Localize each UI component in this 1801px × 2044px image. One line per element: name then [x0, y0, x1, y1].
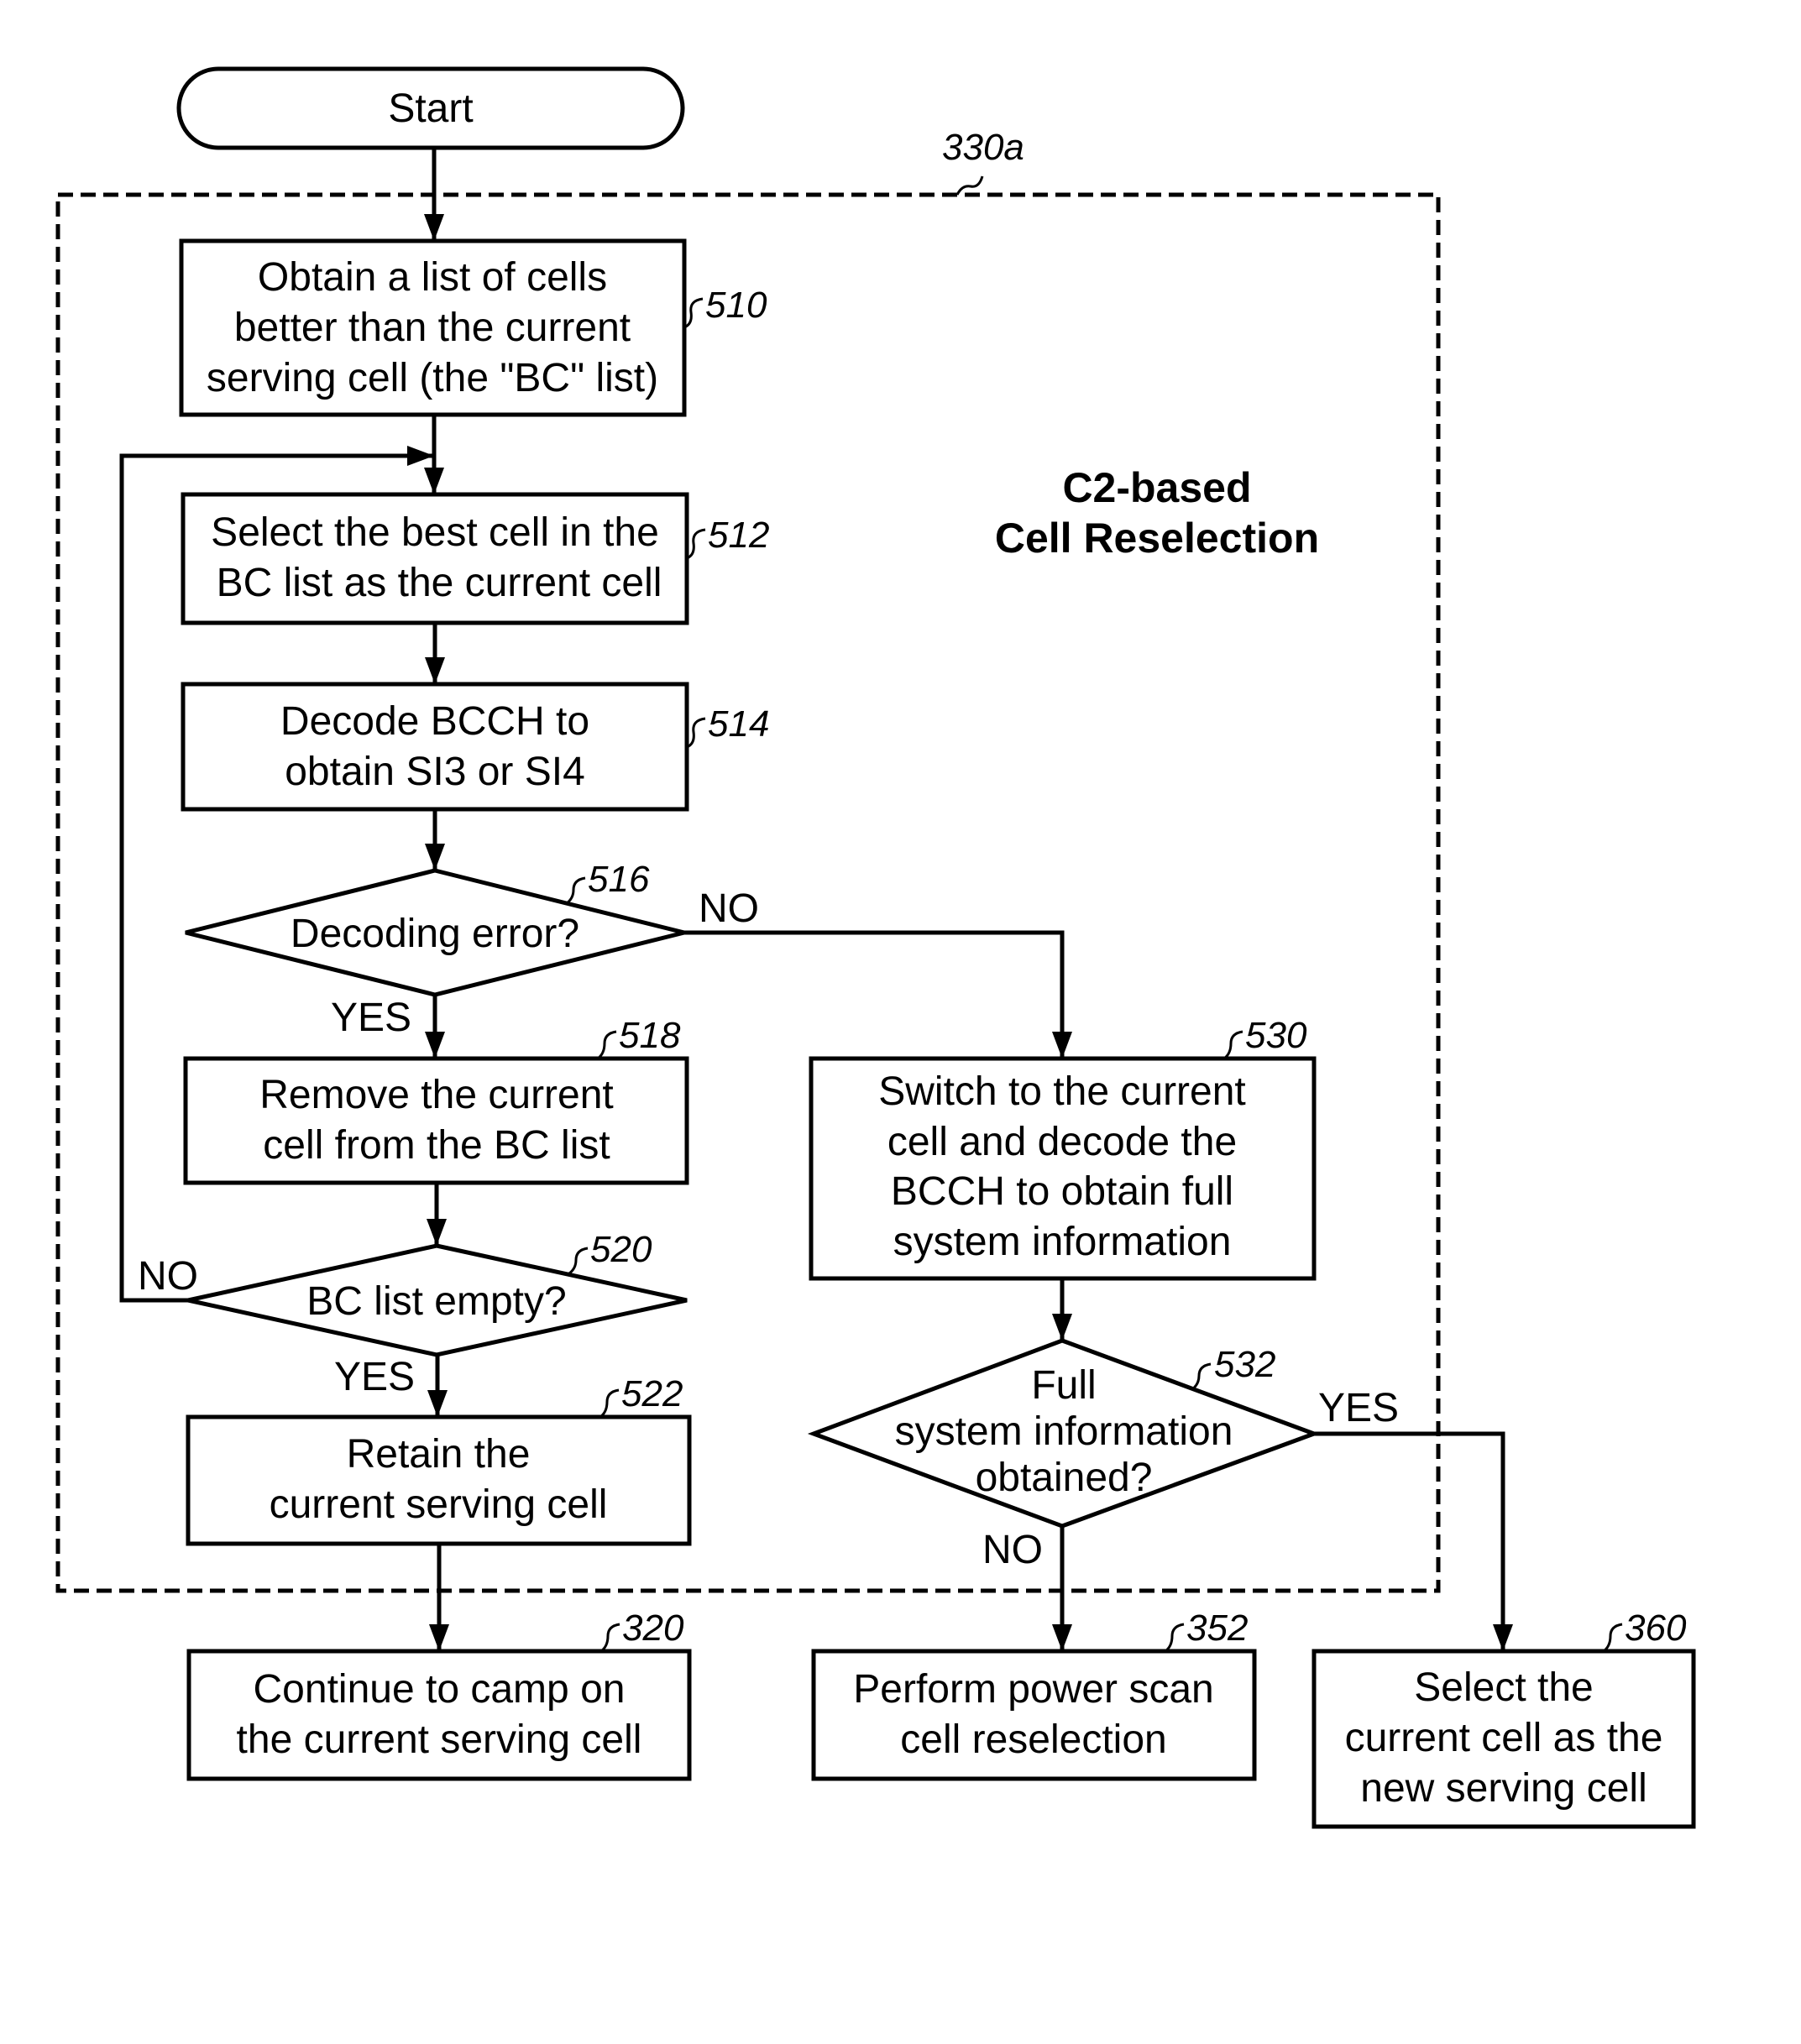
- node-512-ref: 512: [708, 515, 769, 556]
- edge-532-yes-360: [1314, 1431, 1505, 1651]
- node-512-line-2: BC list as the current cell: [217, 561, 662, 605]
- ref-leader: [683, 297, 704, 329]
- node-518-line-1: Remove the current: [259, 1073, 614, 1117]
- node-530-ref: 530: [1245, 1015, 1307, 1056]
- region-330a-ref: 330a: [942, 127, 1024, 168]
- node-522-line-2: current serving cell: [270, 1482, 608, 1527]
- ref-leader: [1191, 1362, 1212, 1391]
- node-360-line-1: Select the: [1414, 1665, 1593, 1710]
- node-510-ref: 510: [705, 285, 767, 326]
- region-title-line-1: C2-based: [1062, 464, 1251, 511]
- edge-label-520-yes: YES: [334, 1355, 415, 1399]
- edge-label-516-yes: YES: [331, 996, 411, 1040]
- node-520-ref: 520: [590, 1229, 652, 1270]
- node-518-ref: 518: [619, 1015, 681, 1056]
- node-522-ref: 522: [621, 1373, 683, 1414]
- node-start-text: Start: [388, 86, 473, 131]
- node-360-ref: 360: [1625, 1607, 1687, 1649]
- edge-label-532-no: NO: [982, 1528, 1043, 1572]
- node-518-line-2: cell from the BC list: [263, 1123, 610, 1168]
- arrowhead: [1052, 1314, 1072, 1341]
- edge-516-no-530: [684, 930, 1065, 1059]
- node-510-line-3: serving cell (the "BC" list): [207, 356, 658, 400]
- node-530-line-1: Switch to the current: [878, 1069, 1246, 1114]
- node-514[interactable]: Decode BCCH to obtain SI3 or SI4 514: [181, 682, 769, 812]
- arrowhead: [427, 1219, 447, 1246]
- edge-label-516-no: NO: [699, 886, 759, 931]
- node-510-line-1: Obtain a list of cells: [258, 255, 607, 300]
- region-330a-leader: [955, 175, 984, 196]
- node-516-ref: 516: [588, 859, 650, 900]
- node-532-line-2: system information: [895, 1409, 1233, 1454]
- node-512-line-1: Select the best cell in the: [211, 510, 659, 555]
- ref-leader: [597, 1030, 617, 1060]
- node-512[interactable]: Select the best cell in the BC list as t…: [181, 492, 769, 625]
- node-514-line-1: Decode BCCH to: [280, 699, 589, 744]
- arrowhead: [1493, 1624, 1513, 1651]
- node-530-line-4: system information: [893, 1220, 1232, 1264]
- node-start[interactable]: Start: [176, 66, 685, 150]
- edge-label-532-yes: YES: [1318, 1386, 1399, 1430]
- node-510[interactable]: Obtain a list of cells better than the c…: [179, 238, 767, 417]
- node-352-line-1: Perform power scan: [853, 1667, 1214, 1712]
- node-520[interactable]: BC list empty? 520: [187, 1229, 688, 1357]
- node-532[interactable]: Full system information obtained? 532: [807, 1338, 1321, 1529]
- edge-label-520-no: NO: [138, 1254, 198, 1299]
- node-352[interactable]: Perform power scan cell reselection 352: [811, 1607, 1257, 1781]
- node-516[interactable]: Decoding error? 516: [185, 859, 685, 997]
- arrowhead: [427, 1390, 448, 1417]
- arrowhead: [1052, 1624, 1072, 1651]
- node-530-line-2: cell and decode the: [887, 1120, 1237, 1164]
- node-516-text: Decoding error?: [291, 912, 579, 956]
- node-320-line-1: Continue to camp on: [254, 1667, 626, 1712]
- node-530-line-3: BCCH to obtain full: [891, 1169, 1233, 1214]
- arrowhead: [1052, 1032, 1072, 1059]
- node-352-line-2: cell reselection: [900, 1717, 1166, 1762]
- node-360-line-3: new serving cell: [1360, 1766, 1647, 1811]
- ref-leader: [568, 1247, 589, 1275]
- ref-leader: [1603, 1623, 1623, 1653]
- node-360-line-2: current cell as the: [1345, 1716, 1663, 1760]
- arrowhead: [407, 446, 434, 466]
- node-532-line-3: obtained?: [976, 1456, 1153, 1500]
- region-title-line-2: Cell Reselection: [995, 515, 1319, 562]
- flowchart-canvas: 330a C2-based Cell Reselection NO YES NO…: [55, 66, 1696, 1829]
- ref-leader: [686, 717, 706, 749]
- node-520-text: BC list empty?: [306, 1279, 566, 1324]
- arrowhead: [425, 844, 445, 870]
- node-532-ref: 532: [1214, 1344, 1275, 1385]
- node-320-line-2: the current serving cell: [237, 1717, 642, 1762]
- node-514-ref: 514: [708, 703, 769, 745]
- ref-leader: [566, 876, 586, 905]
- arrowhead: [429, 1624, 449, 1651]
- node-320-ref: 320: [622, 1607, 684, 1649]
- node-510-line-2: better than the current: [234, 306, 631, 350]
- arrowhead: [424, 214, 444, 241]
- node-514-line-2: obtain SI3 or SI4: [285, 750, 585, 794]
- ref-leader: [1223, 1030, 1243, 1060]
- node-352-ref: 352: [1186, 1607, 1248, 1649]
- arrowhead: [425, 1032, 445, 1059]
- ref-leader: [686, 528, 706, 560]
- arrowhead: [424, 468, 444, 494]
- node-522-line-1: Retain the: [347, 1432, 531, 1477]
- arrowhead: [425, 657, 445, 684]
- ref-leader: [600, 1623, 620, 1653]
- ref-leader: [1165, 1623, 1185, 1653]
- node-532-line-1: Full: [1031, 1363, 1096, 1408]
- ref-leader: [599, 1388, 620, 1419]
